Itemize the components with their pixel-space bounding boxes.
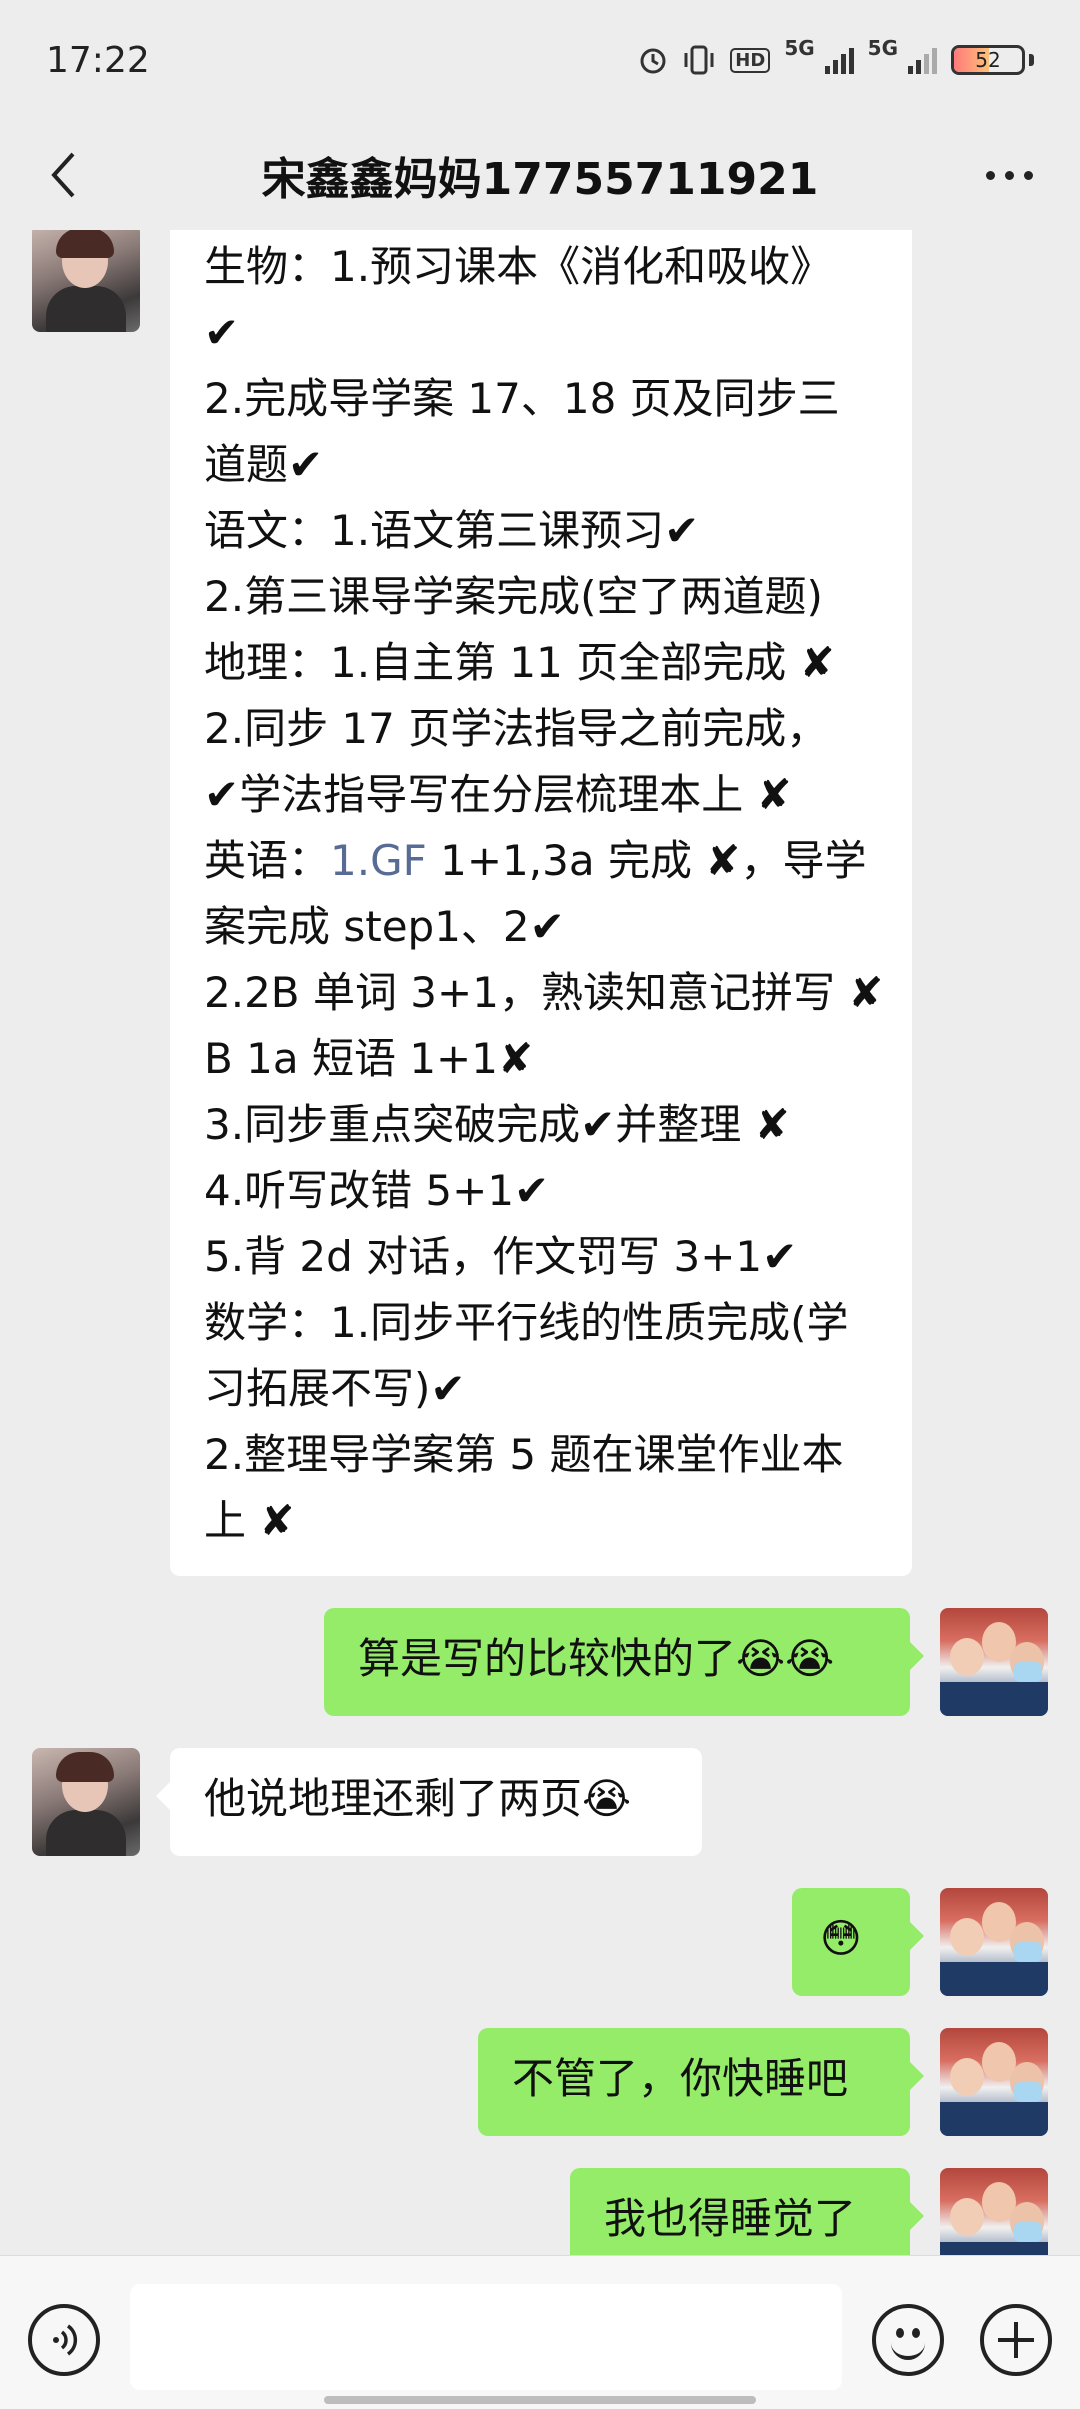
message-line: 5.背 2d 对话，作文罚写 3+1✔ — [204, 1232, 798, 1281]
message-text: 😳 — [820, 1916, 862, 1962]
message-line: 2.第三课导学案完成(空了两道题) — [204, 572, 823, 621]
message-text: 他说地理还剩了两页😭 — [204, 1774, 632, 1823]
message-line: B 1a 短语 1+1✘ — [204, 1034, 534, 1083]
voice-button[interactable] — [28, 2304, 100, 2376]
network-label: 5G — [867, 36, 898, 60]
self-avatar[interactable] — [940, 1608, 1048, 1716]
self-avatar[interactable] — [940, 1888, 1048, 1996]
message-line: ✔学法指导写在分层梳理本上 ✘ — [204, 770, 792, 819]
message-line: 2.同步 17 页学法指导之前完成， — [204, 704, 829, 753]
chat-header: 宋鑫鑫妈妈17755711921 — [0, 120, 1080, 230]
message-text: 不管了，你快睡吧 — [512, 2054, 849, 2103]
battery-icon: 52 — [951, 45, 1025, 75]
message-bubble-self[interactable]: 😳 — [792, 1888, 924, 1996]
voice-icon — [53, 2324, 78, 2356]
message-text: 算是写的比较快的了😭😭 — [358, 1634, 835, 1683]
message-text: 1+1,3a 完成 ✘，导学 — [426, 836, 867, 885]
contact-avatar[interactable] — [32, 230, 140, 332]
message-line: 上 ✘ — [204, 1496, 295, 1545]
message-line: ✔ — [204, 308, 240, 357]
self-avatar[interactable] — [940, 2028, 1048, 2136]
alarm-icon — [640, 48, 666, 74]
message-bubble-self[interactable]: 我也得睡觉了 — [570, 2168, 924, 2255]
message-line: 2.完成导学案 17、18 页及同步三 — [204, 374, 840, 423]
chat-title: 宋鑫鑫妈妈17755711921 — [261, 154, 819, 205]
link-text[interactable]: 1.GF — [330, 836, 427, 885]
message-line: 4.听写改错 5+1✔ — [204, 1166, 550, 1215]
message-line: 语文：1.语文第三课预习✔ — [204, 506, 700, 555]
message-line: 习拓展不写)✔ — [204, 1364, 466, 1413]
signal-icon — [824, 46, 854, 74]
message-line: 数学：1.同步平行线的性质完成(学 — [204, 1298, 849, 1347]
status-time: 17:22 — [46, 39, 150, 81]
contact-avatar[interactable] — [32, 1748, 140, 1856]
message-bubble-self[interactable]: 不管了，你快睡吧 — [478, 2028, 924, 2136]
message-line: 道题✔ — [204, 440, 324, 489]
message-line: 2.2B 单词 3+1，熟读知意记拼写 ✘ — [204, 968, 884, 1017]
battery-tip — [1029, 54, 1034, 66]
status-icons: HD 5G 5G 52 — [638, 36, 1034, 75]
emoji-button[interactable] — [872, 2304, 944, 2376]
home-indicator[interactable] — [324, 2396, 756, 2404]
message-line: 生物：1.预习课本《消化和吸收》 — [204, 242, 833, 291]
message-text: 我也得睡觉了 — [604, 2194, 857, 2243]
message-bubble-self[interactable]: 算是写的比较快的了😭😭 — [324, 1608, 924, 1716]
status-bar: 17:22 HD 5G 5G 52 — [0, 0, 1080, 120]
hd-icon: HD — [730, 47, 771, 73]
self-avatar[interactable] — [940, 2168, 1048, 2255]
message-bubble-homework[interactable]: 生物：1.预习课本《消化和吸收》 ✔ 2.完成导学案 17、18 页及同步三 道… — [170, 230, 912, 1576]
input-bar — [0, 2255, 1080, 2409]
plus-button[interactable] — [980, 2304, 1052, 2376]
back-button[interactable] — [36, 148, 90, 202]
network-label: 5G — [784, 36, 815, 60]
message-input[interactable] — [130, 2284, 842, 2390]
message-text: 英语： — [204, 836, 331, 885]
vibrate-icon — [684, 45, 714, 75]
message-line: 2.整理导学案第 5 题在课堂作业本 — [204, 1430, 844, 1479]
message-bubble-contact[interactable]: 他说地理还剩了两页😭 — [156, 1748, 702, 1856]
more-dots-icon — [985, 170, 995, 180]
message-line: 3.同步重点突破完成✔并整理 ✘ — [204, 1100, 790, 1149]
chevron-left-icon — [51, 152, 75, 198]
message-line: 英语：1.GF 1+1,3a 完成 ✘，导学 — [204, 828, 878, 894]
message-line: 地理：1.自主第 11 页全部完成 ✘ — [204, 638, 835, 687]
message-line: 案完成 step1、2✔ — [204, 902, 565, 951]
signal-icon — [908, 46, 937, 74]
chat-messages[interactable]: 生物：1.预习课本《消化和吸收》 ✔ 2.完成导学案 17、18 页及同步三 道… — [0, 230, 1080, 2255]
more-button[interactable] — [974, 148, 1044, 202]
battery-percent: 52 — [975, 48, 1001, 72]
